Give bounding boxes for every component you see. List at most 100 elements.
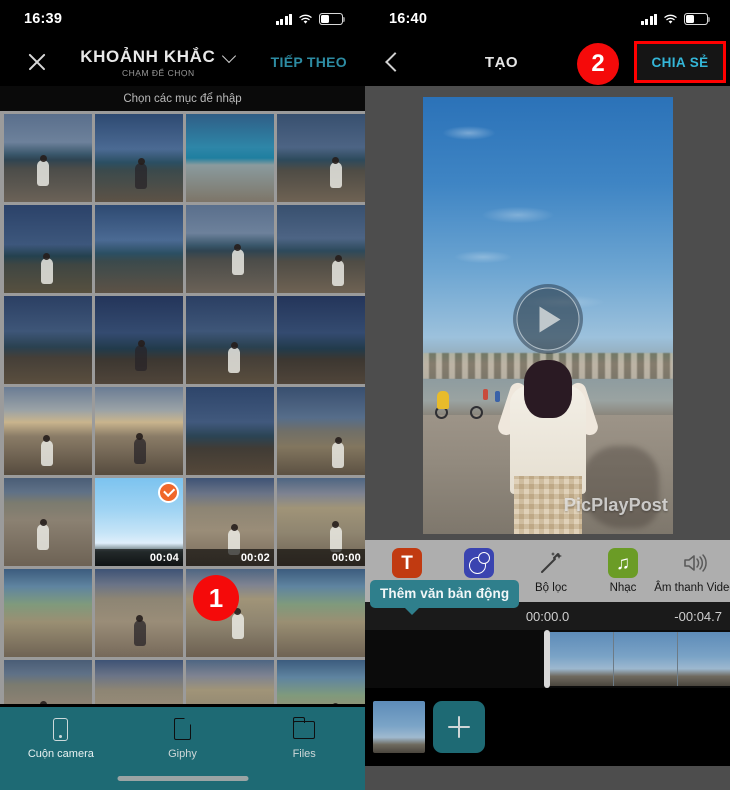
- cellular-signal-icon: [640, 13, 657, 25]
- photo-cell[interactable]: 00:02: [186, 478, 274, 566]
- photo-thumbnail: [277, 296, 365, 384]
- photo-thumbnail: [4, 660, 92, 704]
- status-bar-right: 16:40: [365, 0, 730, 38]
- battery-icon: [684, 13, 711, 25]
- photo-subject: [332, 436, 345, 468]
- photo-subject: [228, 342, 241, 374]
- photo-cell[interactable]: [277, 205, 365, 293]
- photo-thumbnail: [95, 205, 183, 293]
- photo-cell[interactable]: [186, 205, 274, 293]
- tab-label-giphy: Giphy: [168, 748, 197, 760]
- hint-bar: Chọn các mục để nhập: [0, 86, 365, 111]
- photo-grid[interactable]: 00:04 00:02 00:00: [0, 114, 365, 704]
- photo-subject: [135, 158, 148, 190]
- back-icon[interactable]: [379, 48, 407, 76]
- filmstrip[interactable]: [550, 632, 730, 686]
- play-icon[interactable]: [516, 287, 579, 351]
- add-clip-button[interactable]: [433, 701, 485, 753]
- nav-bar-right: TẠO 2 CHIA SẺ: [365, 38, 730, 86]
- tool-music-note[interactable]: ♫ Nhạc: [587, 548, 659, 594]
- tab-camera-roll[interactable]: Cuộn camera: [0, 718, 122, 760]
- tab-giphy[interactable]: Giphy: [122, 718, 244, 760]
- dynamic-text-tooltip: Thêm văn bản động: [370, 580, 520, 615]
- tool-label: Bộ lọc: [535, 582, 567, 594]
- close-icon[interactable]: [22, 47, 52, 77]
- page-subtitle: CHẠM ĐỂ CHỌN: [122, 67, 195, 78]
- sticker-icon: [464, 548, 494, 578]
- photo-cell-selected[interactable]: 00:04: [95, 478, 183, 566]
- photo-thumbnail: [95, 660, 183, 704]
- tool-magic-wand[interactable]: Bộ lọc: [515, 548, 587, 594]
- status-bar-left: 16:39: [0, 0, 365, 38]
- phone-icon: [50, 718, 72, 742]
- photo-cell[interactable]: [4, 205, 92, 293]
- photo-cell[interactable]: [277, 660, 365, 704]
- photo-cell[interactable]: [277, 114, 365, 202]
- next-button[interactable]: TIẾP THEO: [271, 54, 351, 70]
- bottom-tab-bar[interactable]: Cuộn camera Giphy Files: [0, 707, 365, 790]
- photo-subject: [231, 608, 244, 639]
- filmstrip-frame: [614, 632, 678, 686]
- photo-cell[interactable]: [4, 660, 92, 704]
- album-title-block[interactable]: KHOẢNH KHẮC CHẠM ĐỂ CHỌN: [46, 47, 271, 78]
- photo-subject: [40, 252, 53, 284]
- photo-cell[interactable]: [186, 387, 274, 475]
- photo-cell[interactable]: [95, 660, 183, 704]
- photo-cell[interactable]: [95, 387, 183, 475]
- remaining-time: -00:04.7: [674, 608, 722, 624]
- photo-cell[interactable]: 00:00: [277, 478, 365, 566]
- tab-label-files: Files: [292, 748, 316, 760]
- photo-thumbnail: [4, 296, 92, 384]
- text-icon: T: [392, 548, 422, 578]
- tool-speaker[interactable]: Âm thanh Video: [654, 548, 730, 594]
- photo-cell[interactable]: [4, 114, 92, 202]
- photo-subject: [37, 154, 50, 186]
- dual-screenshot: 16:39 KHOẢNH KHẮC CHẠM ĐỂ CHỌN TIẾP THEO: [0, 0, 730, 790]
- photo-thumbnail: [4, 478, 92, 566]
- photo-cell[interactable]: [95, 205, 183, 293]
- photo-thumbnail: [186, 387, 274, 475]
- clip-tray[interactable]: [365, 688, 730, 766]
- photo-cell[interactable]: [277, 569, 365, 657]
- photo-cell[interactable]: [186, 660, 274, 704]
- status-time-right: 16:40: [389, 11, 428, 27]
- photo-grid-container[interactable]: 00:0400:0200:00 1 / 365 1: [0, 111, 365, 704]
- nav-bar-left: KHOẢNH KHẮC CHẠM ĐỂ CHỌN TIẾP THEO: [0, 38, 365, 86]
- photo-cell[interactable]: [4, 296, 92, 384]
- music-note-icon: ♫: [608, 548, 638, 578]
- photo-cell[interactable]: [4, 387, 92, 475]
- status-indicators: [275, 13, 346, 25]
- speaker-icon: [680, 548, 710, 578]
- file-icon: [172, 718, 194, 742]
- battery-icon: [319, 13, 346, 25]
- filmstrip-frame: [550, 632, 614, 686]
- photo-cell[interactable]: [277, 387, 365, 475]
- playhead-handle[interactable]: [544, 630, 550, 688]
- photo-cell[interactable]: [186, 296, 274, 384]
- photo-cell[interactable]: [95, 114, 183, 202]
- wifi-icon: [298, 14, 313, 25]
- photo-thumbnail: [277, 569, 365, 657]
- watermark: PicPlayPost: [563, 495, 668, 515]
- share-button-label: CHIA SẺ: [651, 54, 709, 70]
- tab-files[interactable]: Files: [243, 717, 365, 760]
- home-indicator-left[interactable]: [117, 776, 248, 781]
- clip-thumbnail[interactable]: [373, 701, 425, 753]
- chevron-down-icon[interactable]: [223, 50, 236, 63]
- photo-cell[interactable]: [4, 569, 92, 657]
- video-preview-area[interactable]: PicPlayPost Thêm văn bản động: [365, 86, 730, 615]
- page-title: KHOẢNH KHẮC: [80, 46, 216, 66]
- photo-cell[interactable]: [4, 478, 92, 566]
- photo-cell[interactable]: [277, 296, 365, 384]
- magic-wand-icon: [536, 548, 566, 578]
- photo-thumbnail: [277, 660, 365, 704]
- photo-cell[interactable]: [95, 569, 183, 657]
- timeline-track[interactable]: [365, 630, 730, 688]
- photo-thumbnail: [4, 114, 92, 202]
- share-button[interactable]: CHIA SẺ: [634, 41, 726, 83]
- photo-cell[interactable]: [186, 114, 274, 202]
- filmstrip-frame: [678, 632, 730, 686]
- photo-cell[interactable]: [95, 296, 183, 384]
- status-indicators-right: [640, 13, 711, 25]
- photo-subject: [37, 518, 50, 550]
